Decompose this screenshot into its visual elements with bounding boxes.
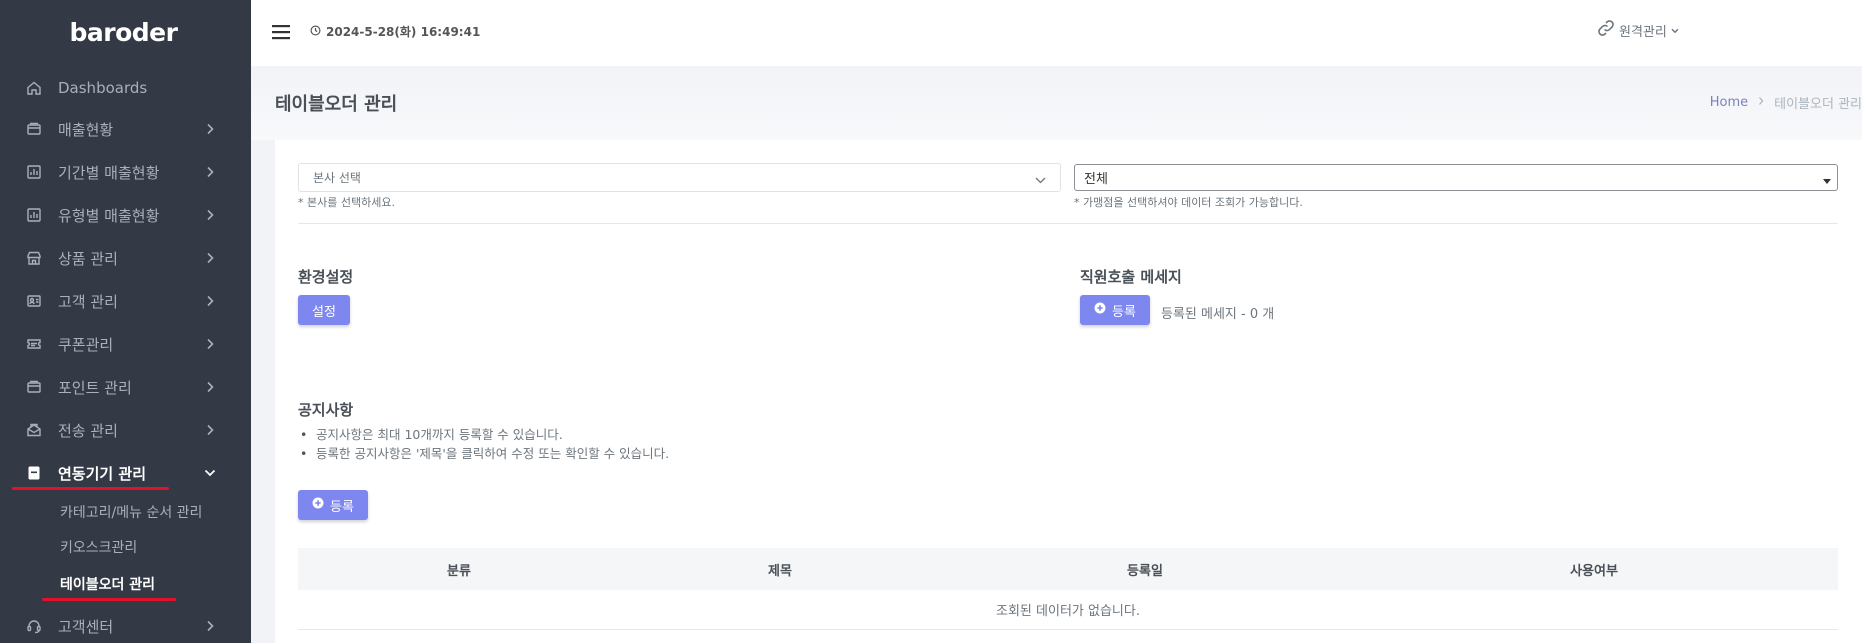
- highlight-underline: [12, 487, 169, 490]
- sidebar-subitem-category-menu-order[interactable]: 카테고리/메뉴 순서 관리: [60, 502, 202, 524]
- device-icon: [24, 463, 44, 483]
- breadcrumb-current: 테이블오더 관리: [1774, 97, 1862, 112]
- sidebar-item-type-sales[interactable]: 유형별 매출현황: [0, 197, 251, 233]
- column-header-in-use[interactable]: 사용여부: [1350, 560, 1838, 579]
- sidebar-item-label: 고객 관리: [58, 292, 118, 311]
- column-header-registered-date[interactable]: 등록일: [940, 560, 1350, 579]
- breadcrumb-home-link[interactable]: Home: [1710, 95, 1748, 110]
- sidebar-item-dashboards[interactable]: Dashboards: [0, 70, 251, 106]
- chevron-right-icon: [203, 251, 217, 265]
- column-header-title[interactable]: 제목: [620, 560, 940, 579]
- sidebar-item-period-sales[interactable]: 기간별 매출현황: [0, 154, 251, 190]
- ticket-icon: [24, 334, 44, 354]
- headset-icon: [24, 616, 44, 636]
- notice-guidelines: 공지사항은 최대 10개까지 등록할 수 있습니다. 등록한 공지사항은 '제목…: [298, 425, 669, 463]
- notice-section-title: 공지사항: [298, 401, 354, 419]
- hq-select[interactable]: 본사 선택: [298, 163, 1061, 192]
- sidebar-item-points[interactable]: 포인트 관리: [0, 369, 251, 405]
- list-item: 등록한 공지사항은 '제목'을 클릭하여 수정 또는 확인할 수 있습니다.: [298, 444, 669, 463]
- store-select[interactable]: 전체: [1074, 164, 1838, 191]
- staff-call-register-button[interactable]: 등록: [1080, 295, 1150, 325]
- list-item: 공지사항은 최대 10개까지 등록할 수 있습니다.: [298, 425, 669, 444]
- sidebar-item-sales[interactable]: 매출현황: [0, 111, 251, 147]
- chevron-right-icon: [203, 208, 217, 222]
- bar-chart-icon: [24, 162, 44, 182]
- settings-section-title: 환경설정: [298, 268, 354, 286]
- sidebar-item-messages[interactable]: 전송 관리: [0, 412, 251, 448]
- sidebar-item-support[interactable]: 고객센터: [0, 608, 251, 643]
- table-header: 분류 제목 등록일 사용여부: [298, 548, 1838, 590]
- sidebar-item-products[interactable]: 상품 관리: [0, 240, 251, 276]
- breadcrumb: Home 테이블오더 관리: [1710, 93, 1862, 112]
- top-header: 2024-5-28(화) 16:49:41 원격관리: [251, 0, 1862, 66]
- chevron-right-icon: [203, 165, 217, 179]
- staff-call-count: 등록된 메세지 - 0 개: [1161, 307, 1275, 322]
- main-card: 본사 선택 * 본사를 선택하세요. 전체 * 가맹점을 선택하셔야 데이터 조…: [275, 140, 1862, 643]
- sidebar-item-devices[interactable]: 연동기기 관리: [0, 455, 251, 491]
- bar-chart-icon: [24, 205, 44, 225]
- chevron-right-icon: [1758, 95, 1764, 110]
- chevron-down-icon: [1035, 173, 1046, 187]
- sidebar-item-label: 기간별 매출현황: [58, 163, 160, 182]
- clock-icon: [310, 25, 321, 39]
- page-title-bar: 테이블오더 관리 Home 테이블오더 관리: [251, 66, 1862, 140]
- link-icon: [1597, 18, 1615, 42]
- wallet-icon: [24, 119, 44, 139]
- chevron-right-icon: [203, 380, 217, 394]
- page-title: 테이블오더 관리: [275, 94, 398, 115]
- remote-management-menu[interactable]: 원격관리: [1597, 18, 1679, 42]
- sidebar-subitem-table-order[interactable]: 테이블오더 관리: [60, 574, 155, 596]
- sidebar-item-label: 전송 관리: [58, 421, 118, 440]
- table-empty-row: 조회된 데이터가 없습니다.: [298, 590, 1838, 630]
- chevron-right-icon: [203, 423, 217, 437]
- chevron-right-icon: [203, 337, 217, 351]
- settings-button[interactable]: 설정: [298, 295, 350, 325]
- mail-icon: [24, 420, 44, 440]
- sidebar: baroder Dashboards 매출현황 기간별 매출현황 유형별 매출현…: [0, 0, 251, 643]
- notice-register-button[interactable]: 등록: [298, 490, 368, 520]
- sidebar-item-label: 연동기기 관리: [58, 464, 147, 483]
- chevron-right-icon: [203, 122, 217, 136]
- current-datetime: 2024-5-28(화) 16:49:41: [310, 23, 480, 40]
- sidebar-item-label: 쿠폰관리: [58, 335, 114, 354]
- home-icon: [24, 78, 44, 98]
- column-header-category[interactable]: 분류: [298, 560, 620, 579]
- sidebar-item-label: 고객센터: [58, 617, 114, 636]
- chevron-down-icon: [1671, 23, 1679, 38]
- sidebar-item-label: 상품 관리: [58, 249, 118, 268]
- sidebar-item-label: Dashboards: [58, 79, 148, 97]
- wallet-icon: [24, 377, 44, 397]
- plus-circle-icon: [1094, 302, 1106, 318]
- sidebar-item-coupons[interactable]: 쿠폰관리: [0, 326, 251, 362]
- sidebar-item-customers[interactable]: 고객 관리: [0, 283, 251, 319]
- chevron-down-icon: [203, 466, 217, 480]
- chevron-right-icon: [203, 294, 217, 308]
- hamburger-menu-icon[interactable]: [272, 24, 290, 40]
- sidebar-item-label: 유형별 매출현황: [58, 206, 160, 225]
- dropdown-triangle-icon: [1823, 174, 1831, 189]
- chevron-right-icon: [203, 619, 217, 633]
- sidebar-item-label: 포인트 관리: [58, 378, 132, 397]
- hq-hint: * 본사를 선택하세요.: [298, 196, 395, 209]
- store-icon: [24, 248, 44, 268]
- user-card-icon: [24, 291, 44, 311]
- divider: [298, 223, 1838, 224]
- notice-table: 분류 제목 등록일 사용여부 조회된 데이터가 없습니다.: [298, 548, 1838, 630]
- brand-logo[interactable]: baroder: [0, 0, 251, 64]
- plus-circle-icon: [312, 497, 324, 513]
- staff-call-section-title: 직원호출 메세지: [1080, 268, 1182, 286]
- sidebar-subitem-kiosk[interactable]: 키오스크관리: [60, 537, 137, 559]
- sidebar-item-label: 매출현황: [58, 120, 114, 139]
- highlight-underline: [42, 598, 176, 601]
- store-hint: * 가맹점을 선택하셔야 데이터 조회가 가능합니다.: [1074, 196, 1303, 209]
